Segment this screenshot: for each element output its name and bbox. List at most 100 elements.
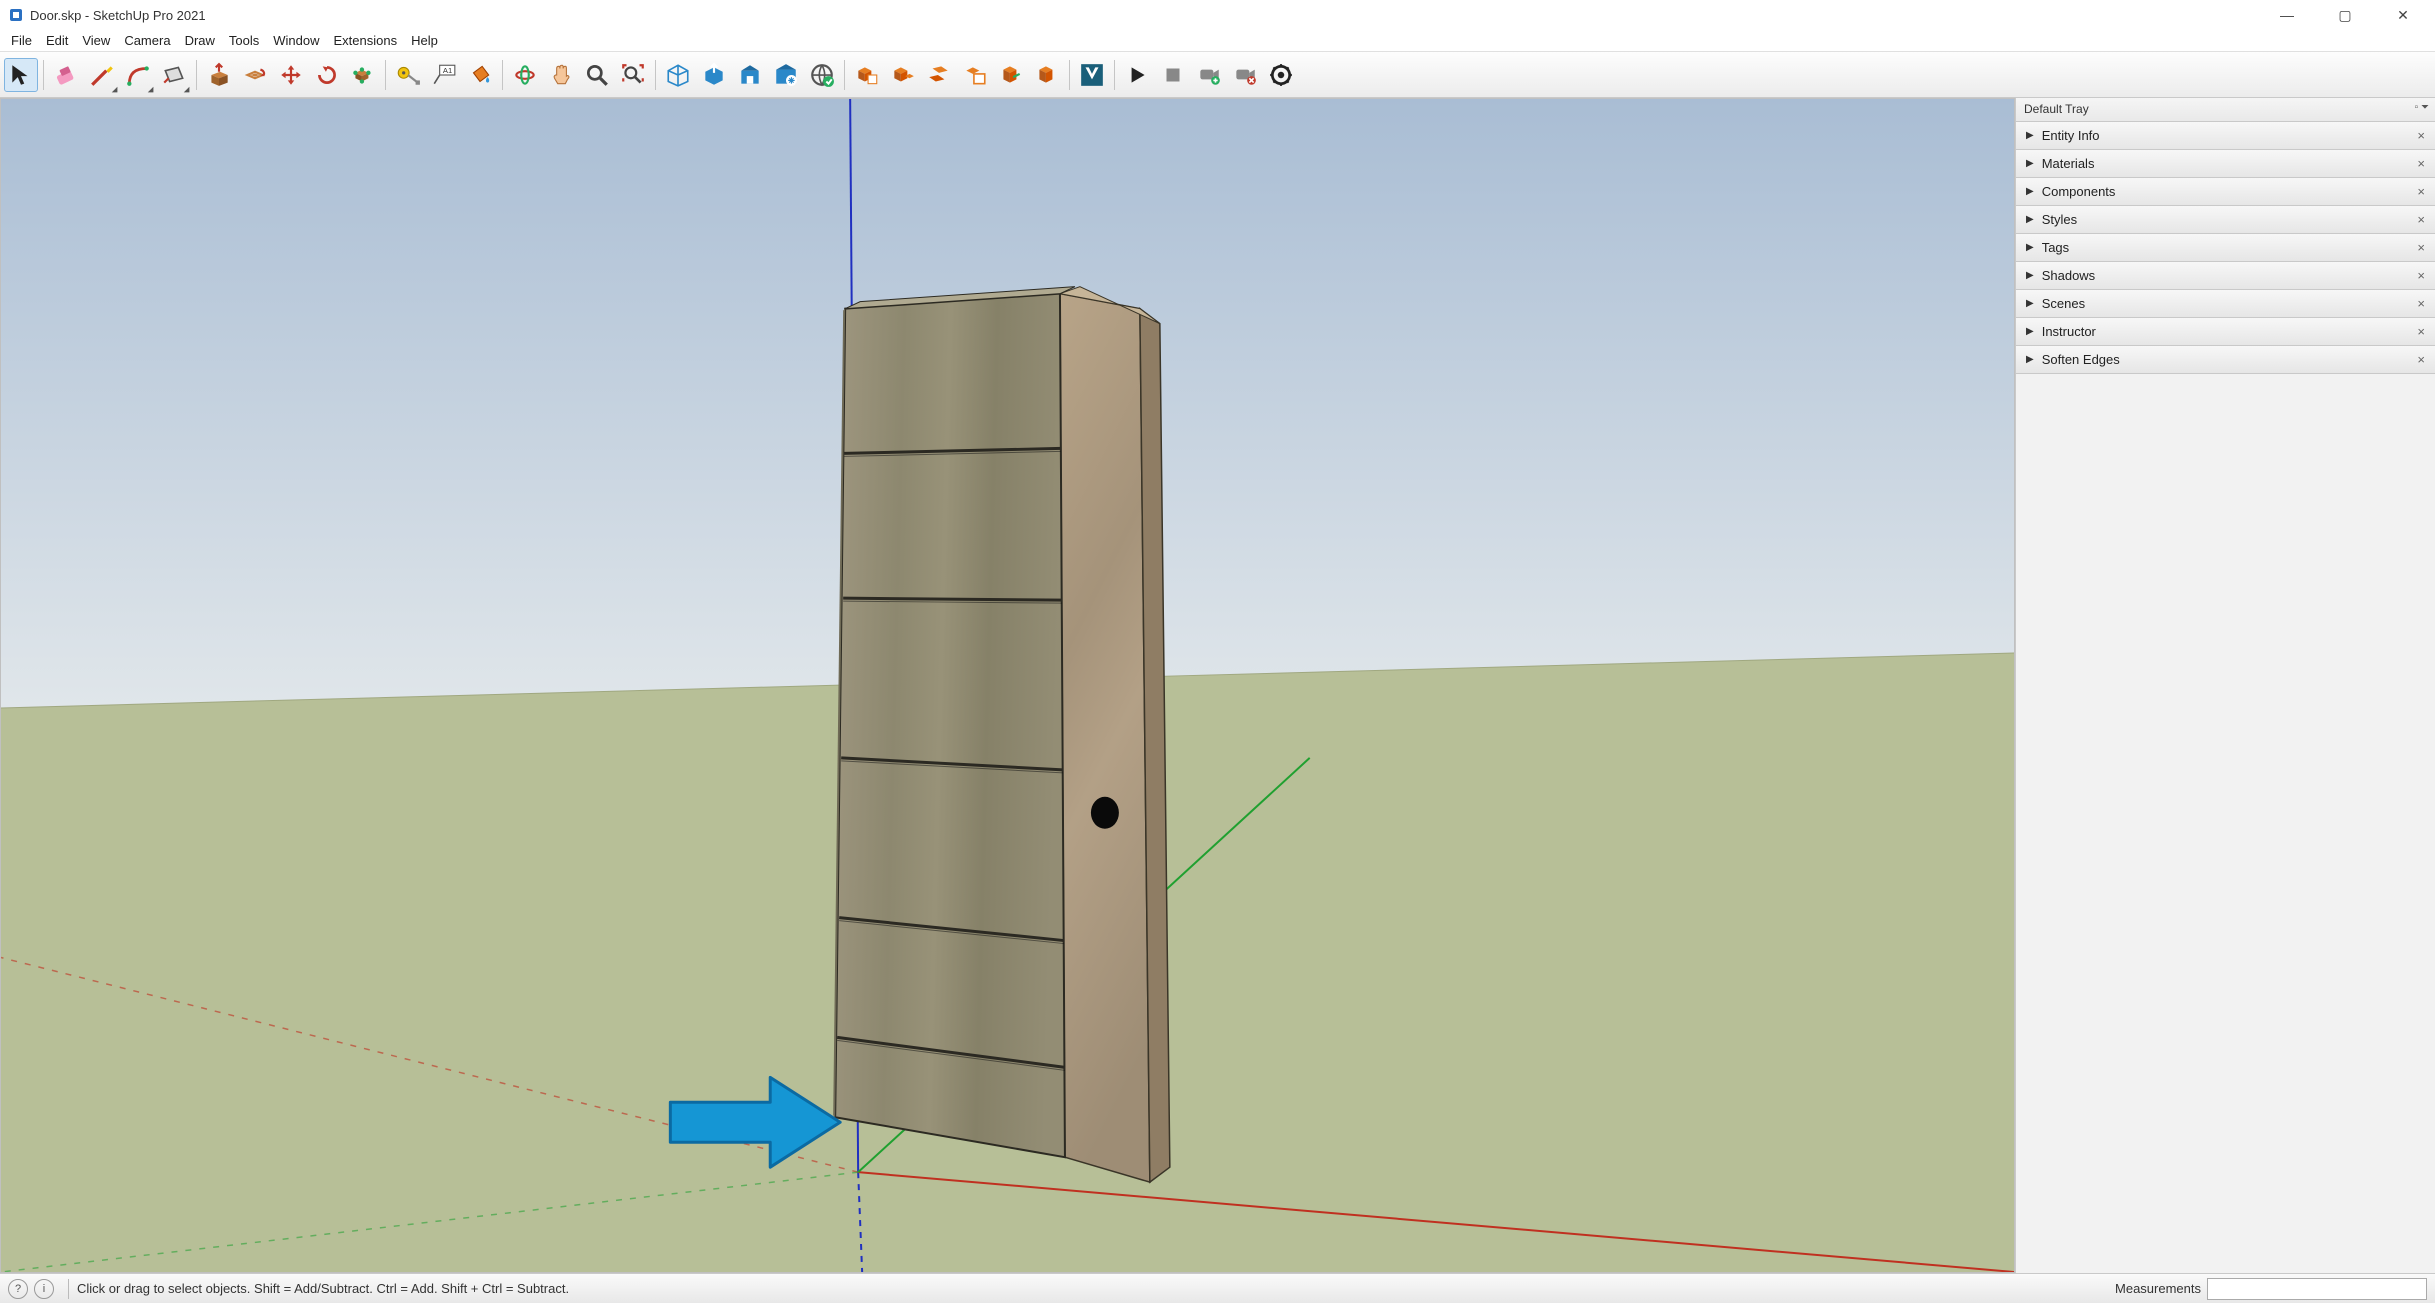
tray-title-bar[interactable]: Default Tray ▫ ⏷ (2016, 98, 2435, 122)
panel-soften-edges[interactable]: ▶Soften Edges× (2016, 346, 2435, 374)
panel-label: Soften Edges (2042, 352, 2120, 367)
chevron-right-icon: ▶ (2026, 326, 2034, 337)
panel-shadows[interactable]: ▶ Shadows × (2016, 262, 2435, 290)
toolbar-separator (502, 60, 503, 90)
menu-camera[interactable]: Camera (117, 31, 177, 50)
zoom-extents-tool-button[interactable] (616, 58, 650, 92)
paint-bucket-tool-button[interactable] (463, 58, 497, 92)
text-label-tool-button[interactable]: A1 (427, 58, 461, 92)
panel-close-icon[interactable]: × (2417, 128, 2425, 143)
panel-materials[interactable]: ▶Materials× (2016, 150, 2435, 178)
solid-tool-1-button[interactable] (850, 58, 884, 92)
chevron-right-icon: ▶ (2026, 130, 2034, 141)
panel-close-icon[interactable]: × (2417, 212, 2425, 227)
viewport-3d[interactable] (0, 98, 2015, 1273)
extension-manager-button[interactable] (769, 58, 803, 92)
menu-help[interactable]: Help (404, 31, 445, 50)
panel-close-icon[interactable]: × (2417, 156, 2425, 171)
panel-instructor[interactable]: ▶ Instructor × (2016, 318, 2435, 346)
status-bar: ? i Click or drag to select objects. Shi… (0, 1273, 2435, 1303)
panel-close-icon[interactable]: × (2417, 268, 2425, 283)
panel-label: Entity Info (2042, 128, 2100, 143)
vray-tool-button[interactable] (1075, 58, 1109, 92)
chevron-right-icon: ▶ (2026, 270, 2034, 281)
chevron-right-icon: ▶ (2026, 242, 2034, 253)
panel-label: Instructor (2042, 324, 2096, 339)
panel-entity-info[interactable]: ▶ Entity Info × (2016, 122, 2435, 150)
menu-bar: File Edit View Camera Draw Tools Window … (0, 30, 2435, 52)
solid-tool-6-button[interactable] (1030, 58, 1064, 92)
pan-tool-button[interactable] (544, 58, 578, 92)
panel-styles[interactable]: ▶ Styles × (2016, 206, 2435, 234)
measurements-label: Measurements (2115, 1281, 2201, 1296)
status-hint-text: Click or drag to select objects. Shift =… (77, 1281, 569, 1296)
measurements-input[interactable] (2207, 1278, 2427, 1300)
maximize-button[interactable]: ▢ (2331, 7, 2359, 24)
toolbar-separator (1114, 60, 1115, 90)
model-info-button[interactable] (1264, 58, 1298, 92)
stop-animation-button[interactable] (1156, 58, 1190, 92)
remove-scene-button[interactable] (1228, 58, 1262, 92)
chevron-right-icon: ▶ (2026, 214, 2034, 225)
chevron-right-icon: ▶ (2026, 186, 2034, 197)
menu-view[interactable]: View (75, 31, 117, 50)
panel-label: Shadows (2042, 268, 2095, 283)
solid-tool-4-button[interactable] (958, 58, 992, 92)
panel-close-icon[interactable]: × (2417, 324, 2425, 339)
panel-components[interactable]: ▶ Components × (2016, 178, 2435, 206)
app-logo-icon (8, 7, 24, 23)
panel-tags[interactable]: ▶Tags× (2016, 234, 2435, 262)
move-tool-button[interactable] (274, 58, 308, 92)
rotate-tool-button[interactable] (310, 58, 344, 92)
arc-tool-button[interactable] (121, 58, 155, 92)
solid-tool-3-button[interactable] (922, 58, 956, 92)
extension-warehouse-button[interactable] (733, 58, 767, 92)
toolbar-separator (655, 60, 656, 90)
close-window-button[interactable]: ✕ (2389, 7, 2417, 24)
scale-tool-button[interactable] (346, 58, 380, 92)
toolbar-separator (196, 60, 197, 90)
svg-text:A1: A1 (443, 65, 452, 74)
tray-pin-icon[interactable]: ▫ ⏷ (2415, 102, 2429, 113)
panel-close-icon[interactable]: × (2417, 352, 2425, 367)
menu-extensions[interactable]: Extensions (327, 31, 405, 50)
eraser-tool-button[interactable] (49, 58, 83, 92)
panel-close-icon[interactable]: × (2417, 240, 2425, 255)
select-tool-button[interactable] (4, 58, 38, 92)
menu-draw[interactable]: Draw (178, 31, 222, 50)
solid-tool-2-button[interactable] (886, 58, 920, 92)
panel-close-icon[interactable]: × (2417, 296, 2425, 311)
info-icon[interactable]: i (34, 1279, 54, 1299)
add-scene-button[interactable] (1192, 58, 1226, 92)
default-tray: Default Tray ▫ ⏷ ▶ Entity Info × ▶ Material… (2015, 98, 2435, 1273)
warehouse-share-button[interactable] (697, 58, 731, 92)
menu-edit[interactable]: Edit (39, 31, 75, 50)
line-tool-button[interactable] (85, 58, 119, 92)
solid-tool-5-button[interactable] (994, 58, 1028, 92)
main-toolbar: A1 (0, 52, 2435, 98)
menu-window[interactable]: Window (266, 31, 326, 50)
panel-close-icon[interactable]: × (2417, 184, 2425, 199)
toolbar-separator (385, 60, 386, 90)
3d-warehouse-button[interactable] (661, 58, 695, 92)
measurements-box: Measurements (2115, 1278, 2427, 1300)
orbit-tool-button[interactable] (508, 58, 542, 92)
menu-file[interactable]: File (4, 31, 39, 50)
panel-label: Styles (2042, 212, 2077, 227)
tape-measure-tool-button[interactable] (391, 58, 425, 92)
add-location-button[interactable] (805, 58, 839, 92)
panel-label: Materials (2042, 156, 2095, 171)
offset-tool-button[interactable] (238, 58, 272, 92)
push-pull-tool-button[interactable] (202, 58, 236, 92)
panel-label: Components (2042, 184, 2116, 199)
help-icon[interactable]: ? (8, 1279, 28, 1299)
panel-label: Scenes (2042, 296, 2085, 311)
rectangle-tool-button[interactable] (157, 58, 191, 92)
minimize-button[interactable]: — (2273, 7, 2301, 23)
status-separator (68, 1279, 69, 1299)
menu-tools[interactable]: Tools (222, 31, 266, 50)
zoom-tool-button[interactable] (580, 58, 614, 92)
panel-scenes[interactable]: ▶Scenes× (2016, 290, 2435, 318)
play-animation-button[interactable] (1120, 58, 1154, 92)
toolbar-separator (1069, 60, 1070, 90)
